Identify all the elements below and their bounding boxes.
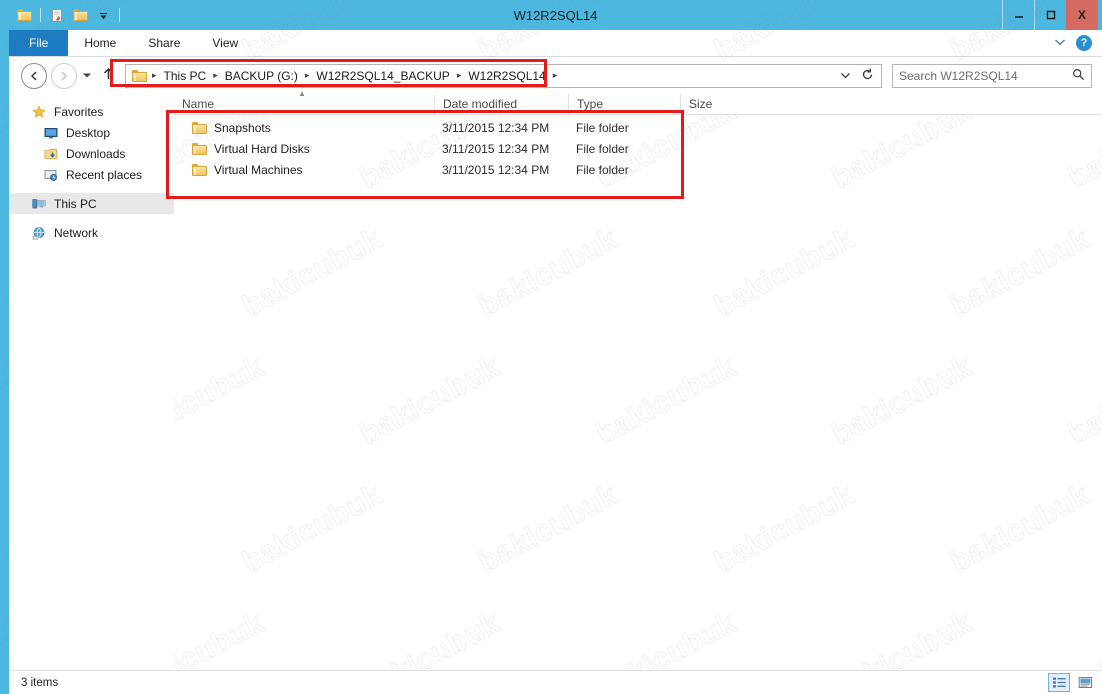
sort-ascending-indicator: ▲	[298, 89, 306, 98]
sidebar-item-label: This PC	[54, 196, 97, 211]
breadcrumb-item-this-pc[interactable]: This PC	[161, 69, 210, 83]
ribbon-controls: ?	[1054, 30, 1102, 56]
file-type-cell: File folder	[576, 120, 629, 135]
file-type-cell: File folder	[576, 141, 629, 156]
breadcrumb-separator[interactable]: ▸	[209, 70, 222, 81]
sidebar-item-label: Downloads	[66, 146, 126, 161]
file-name-label: Virtual Hard Disks	[214, 141, 310, 156]
column-header-type[interactable]: Type	[568, 93, 680, 115]
desktop-icon	[43, 125, 59, 141]
search-box[interactable]: Search W12R2SQL14	[892, 63, 1092, 88]
tab-home[interactable]: Home	[68, 30, 132, 56]
sidebar-item-favorites[interactable]: Favorites	[9, 101, 174, 122]
view-mode-buttons	[1048, 673, 1096, 692]
computer-icon	[31, 196, 47, 212]
window-title: W12R2SQL14	[513, 7, 598, 23]
help-icon[interactable]: ?	[1076, 35, 1092, 51]
search-input[interactable]: Search W12R2SQL14	[899, 69, 1018, 83]
properties-icon[interactable]	[47, 5, 67, 25]
sidebar-item-this-pc[interactable]: This PC	[9, 193, 174, 214]
folder-icon	[192, 142, 207, 155]
breadcrumb-separator[interactable]: ▸	[301, 70, 314, 81]
navigation-pane: Favorites Desktop Downloads Recent place…	[9, 94, 174, 670]
file-size-cell	[680, 138, 770, 159]
file-type-cell: File folder	[576, 162, 629, 177]
ribbon-tab-bar: File Home Share View ?	[9, 30, 1102, 57]
folder-icon	[192, 163, 207, 176]
address-toolbar: ▸ This PC ▸ BACKUP (G:) ▸ W12R2SQL14_BAC…	[9, 57, 1102, 94]
sidebar-item-label: Network	[54, 225, 99, 240]
divider	[119, 8, 120, 22]
file-list-pane: ▲ Name Date modified Type Size Snapshots…	[174, 89, 1102, 670]
breadcrumb-separator[interactable]: ▸	[453, 70, 466, 81]
file-size-cell	[680, 159, 770, 180]
title-bar: W12R2SQL14 X	[9, 0, 1102, 30]
file-name-label: Snapshots	[214, 120, 271, 135]
breadcrumb-item-w12r2sql14-backup[interactable]: W12R2SQL14_BACKUP	[313, 69, 452, 83]
refresh-icon[interactable]	[857, 68, 877, 84]
details-view-button[interactable]	[1048, 673, 1070, 692]
table-row[interactable]: Virtual Machines 3/11/2015 12:34 PM File…	[174, 159, 1102, 180]
network-icon	[31, 225, 47, 241]
chevron-down-icon[interactable]	[1054, 37, 1066, 49]
explorer-window: W12R2SQL14 X File Home Share View ? ▸ Th…	[9, 0, 1102, 694]
file-rows: Snapshots 3/11/2015 12:34 PM File folder…	[174, 115, 1102, 180]
close-button[interactable]: X	[1066, 0, 1098, 30]
file-size-cell	[680, 117, 770, 138]
folder-icon[interactable]	[14, 5, 34, 25]
sidebar-item-label: Recent places	[66, 167, 143, 182]
up-button[interactable]	[97, 67, 119, 84]
minimize-button[interactable]	[1002, 0, 1034, 30]
divider	[40, 8, 41, 22]
maximize-button[interactable]	[1034, 0, 1066, 30]
breadcrumb-item-backup-g[interactable]: BACKUP (G:)	[222, 69, 301, 83]
quick-access-toolbar	[9, 5, 123, 25]
star-icon	[31, 104, 47, 120]
customize-dropdown-icon[interactable]	[93, 5, 113, 25]
table-row[interactable]: Virtual Hard Disks 3/11/2015 12:34 PM Fi…	[174, 138, 1102, 159]
breadcrumb-separator[interactable]: ▸	[148, 70, 161, 81]
tab-file[interactable]: File	[9, 30, 69, 56]
sidebar-item-label: Desktop	[66, 125, 111, 140]
address-folder-icon	[130, 69, 148, 82]
recent-places-icon	[43, 167, 59, 183]
back-button[interactable]	[21, 62, 47, 89]
sidebar-item-recent-places[interactable]: Recent places	[9, 164, 174, 185]
table-row[interactable]: Snapshots 3/11/2015 12:34 PM File folder	[174, 117, 1102, 138]
file-date-cell: 3/11/2015 12:34 PM	[442, 162, 550, 177]
file-name-label: Virtual Machines	[214, 162, 303, 177]
file-name-cell[interactable]: Snapshots	[174, 117, 434, 138]
sidebar-item-network[interactable]: Network	[9, 222, 174, 243]
recent-locations-dropdown[interactable]	[77, 71, 97, 81]
new-folder-icon[interactable]	[70, 5, 90, 25]
address-history-dropdown-icon[interactable]	[835, 70, 855, 82]
explorer-body: Favorites Desktop Downloads Recent place…	[9, 89, 1102, 670]
column-header-date-modified[interactable]: Date modified	[434, 93, 568, 115]
forward-button[interactable]	[51, 62, 77, 89]
status-bar: 3 items	[9, 670, 1102, 694]
address-bar[interactable]: ▸ This PC ▸ BACKUP (G:) ▸ W12R2SQL14_BAC…	[125, 63, 882, 88]
file-date-cell: 3/11/2015 12:34 PM	[442, 120, 550, 135]
file-name-cell[interactable]: Virtual Machines	[174, 159, 434, 180]
breadcrumb-separator[interactable]: ▸	[549, 70, 562, 81]
tab-view[interactable]: View	[196, 30, 254, 56]
sidebar-item-desktop[interactable]: Desktop	[9, 122, 174, 143]
tab-share[interactable]: Share	[132, 30, 196, 56]
column-header-size[interactable]: Size	[680, 93, 770, 115]
status-item-count: 3 items	[21, 676, 59, 689]
file-date-cell: 3/11/2015 12:34 PM	[442, 141, 550, 156]
address-bar-tools	[835, 68, 877, 84]
column-headers: ▲ Name Date modified Type Size	[174, 89, 1102, 115]
window-controls: X	[1002, 0, 1102, 30]
file-name-cell[interactable]: Virtual Hard Disks	[174, 138, 434, 159]
large-icons-view-button[interactable]	[1074, 673, 1096, 692]
downloads-icon	[43, 146, 59, 162]
sidebar-item-label: Favorites	[54, 104, 104, 119]
folder-icon	[192, 121, 207, 134]
search-icon[interactable]	[1072, 68, 1085, 84]
sidebar-item-downloads[interactable]: Downloads	[9, 143, 174, 164]
breadcrumb-item-w12r2sql14[interactable]: W12R2SQL14	[465, 69, 548, 83]
